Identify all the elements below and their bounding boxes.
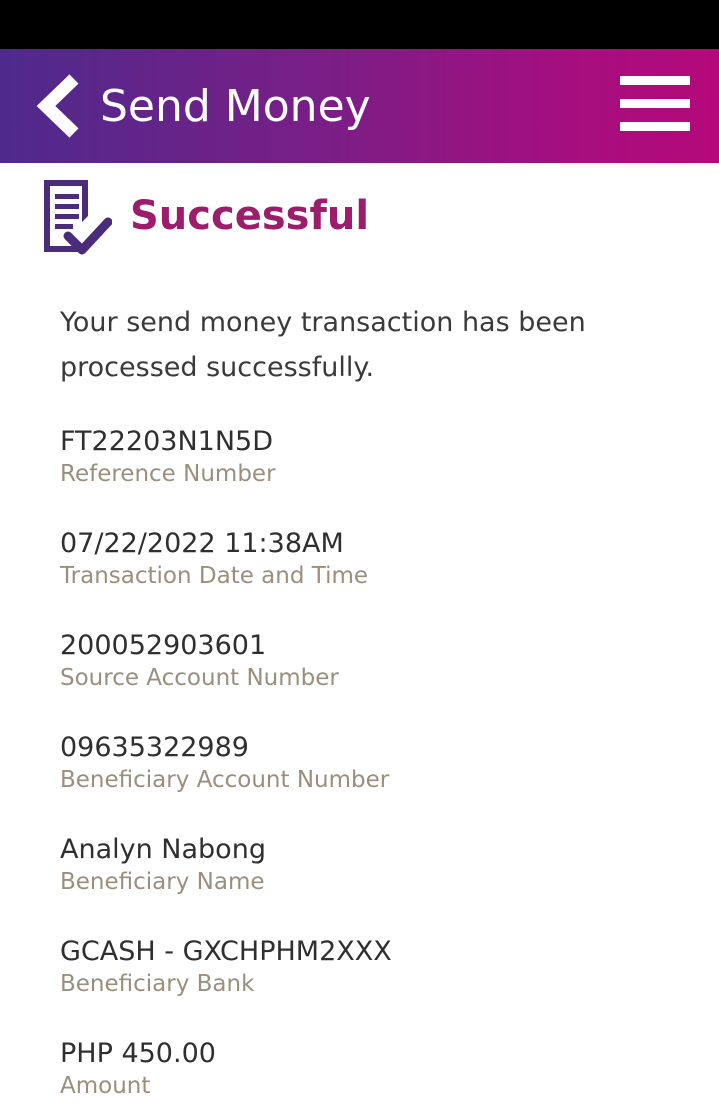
detail-value: 09635322989 [60, 732, 249, 763]
detail-source-account: 200052903601 Source Account Number [60, 628, 680, 692]
hamburger-menu-icon [620, 76, 690, 85]
detail-value: GCASH - GXCHPHM2XXX [60, 936, 392, 967]
status-message: Your send money transaction has been pro… [60, 307, 586, 383]
chevron-left-icon [36, 74, 79, 138]
detail-label: Amount [60, 1073, 151, 1099]
hamburger-line [620, 99, 690, 108]
receipt-check-icon [38, 176, 112, 260]
detail-label: Transaction Date and Time [60, 563, 369, 589]
detail-beneficiary-account: 09635322989 Beneficiary Account Number [60, 730, 680, 794]
detail-label: Source Account Number [60, 665, 339, 691]
detail-value: 07/22/2022 11:38AM [60, 528, 344, 559]
hamburger-line [620, 122, 690, 131]
detail-transaction-date: 07/22/2022 11:38AM Transaction Date and … [60, 526, 680, 590]
detail-label: Beneficiary Bank [60, 971, 255, 997]
status-bar [0, 0, 719, 49]
detail-label: Beneficiary Account Number [60, 767, 390, 793]
detail-amount: PHP 450.00 Amount [60, 1036, 680, 1100]
detail-beneficiary-name: Analyn Nabong Beneficiary Name [60, 832, 680, 896]
menu-button[interactable] [620, 73, 690, 135]
detail-label: Reference Number [60, 461, 276, 487]
page-title: Send Money [100, 81, 371, 132]
detail-value: 200052903601 [60, 630, 267, 661]
detail-value: FT22203N1N5D [60, 426, 273, 457]
detail-label: Beneficiary Name [60, 869, 265, 895]
detail-value: Analyn Nabong [60, 834, 266, 865]
status-title: Successful [130, 193, 370, 239]
detail-reference-number: FT22203N1N5D Reference Number [60, 424, 680, 488]
detail-value: PHP 450.00 [60, 1038, 216, 1069]
detail-beneficiary-bank: GCASH - GXCHPHM2XXX Beneficiary Bank [60, 934, 680, 998]
status-block: Successful [38, 176, 638, 260]
app-header: Send Money [0, 49, 719, 163]
back-button[interactable] [34, 73, 86, 139]
